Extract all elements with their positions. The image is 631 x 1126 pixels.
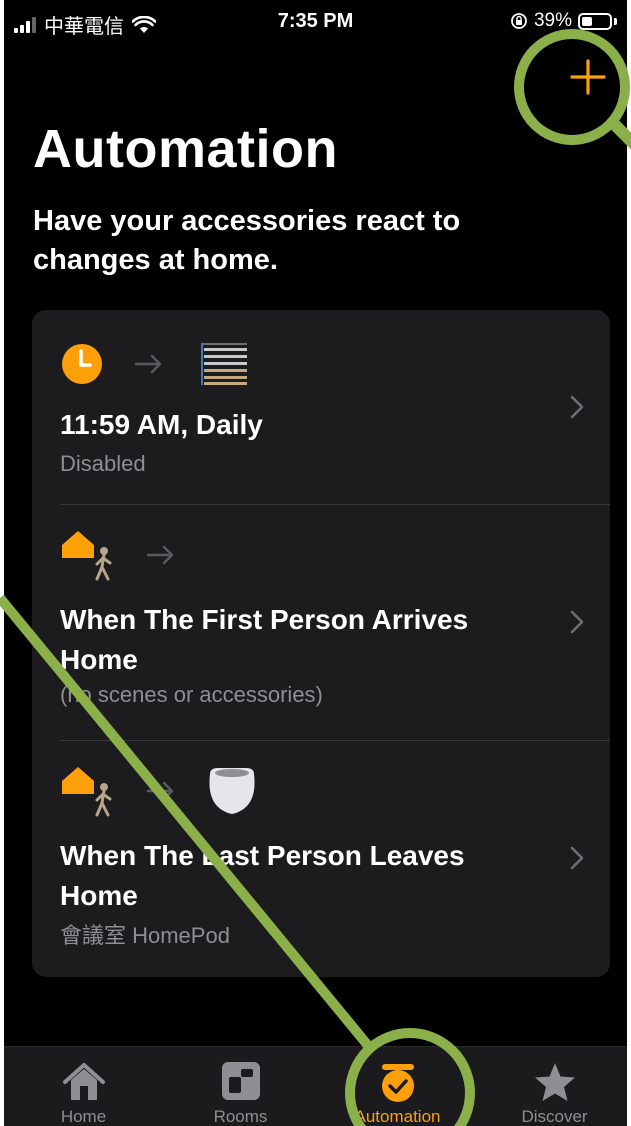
arrow-right-icon bbox=[134, 354, 162, 374]
tab-label: Rooms bbox=[213, 1107, 268, 1126]
plus-icon bbox=[570, 59, 606, 95]
tab-discover[interactable]: Discover bbox=[477, 1047, 627, 1126]
tab-home[interactable]: Home bbox=[6, 1047, 161, 1126]
automation-clock-icon bbox=[381, 1064, 414, 1102]
automation-item-first-person-arrives[interactable]: When The First Person Arrives Home (no s… bbox=[32, 505, 610, 741]
star-icon bbox=[534, 1063, 575, 1101]
automation-item-daily[interactable]: 11:59 AM, Daily Disabled bbox=[32, 310, 610, 505]
automation-status: 會議室 HomePod bbox=[60, 923, 230, 948]
page-subtitle: Have your accessories react to changes a… bbox=[33, 205, 461, 276]
automation-icons bbox=[60, 338, 250, 390]
automation-title: 11:59 AM, Daily bbox=[60, 409, 263, 440]
automation-list: 11:59 AM, Daily Disabled When The First … bbox=[32, 310, 610, 977]
automation-title: When The First Person Arrives Home bbox=[60, 604, 469, 675]
battery-level-fill bbox=[582, 16, 592, 26]
person-leaves-home-icon bbox=[62, 767, 112, 817]
arrow-right-icon bbox=[146, 781, 174, 801]
status-right: 39% bbox=[510, 10, 617, 32]
chevron-right-icon bbox=[570, 846, 584, 870]
rooms-icon bbox=[221, 1062, 260, 1100]
chevron-right-icon bbox=[570, 395, 584, 419]
house-icon bbox=[62, 1063, 105, 1100]
add-automation-button[interactable] bbox=[566, 55, 610, 99]
status-bar: 中華電信 7:35 PM 39% bbox=[4, 0, 627, 44]
chevron-right-icon bbox=[570, 610, 584, 634]
automation-title: When The Last Person Leaves Home bbox=[60, 840, 465, 911]
battery-percentage: 39% bbox=[533, 10, 572, 31]
arrow-right-icon bbox=[146, 545, 174, 565]
homepod-mini-icon bbox=[209, 768, 255, 814]
blinds-icon bbox=[201, 343, 247, 385]
tab-label: Automation bbox=[354, 1107, 441, 1126]
orientation-lock-icon bbox=[511, 13, 527, 29]
automation-icons bbox=[60, 765, 260, 817]
battery-icon bbox=[578, 12, 612, 30]
tab-label: Discover bbox=[521, 1107, 588, 1126]
automation-icons bbox=[60, 529, 176, 581]
automation-status: (no scenes or accessories) bbox=[60, 682, 323, 707]
tab-bar: Home Rooms Automation Discover bbox=[4, 1046, 627, 1126]
automation-item-last-person-leaves[interactable]: When The Last Person Leaves Home 會議室 Hom… bbox=[32, 741, 610, 977]
person-arrives-home-icon bbox=[62, 531, 112, 581]
battery-tip bbox=[614, 17, 617, 25]
tab-label: Home bbox=[60, 1107, 107, 1126]
phone-screen: 中華電信 7:35 PM 39% Automation Have your ac… bbox=[4, 0, 627, 1126]
tab-rooms[interactable]: Rooms bbox=[163, 1047, 318, 1126]
page-title: Automation bbox=[33, 119, 338, 179]
clock-icon bbox=[62, 344, 102, 384]
tab-automation[interactable]: Automation bbox=[320, 1047, 475, 1126]
automation-status: Disabled bbox=[60, 451, 146, 476]
